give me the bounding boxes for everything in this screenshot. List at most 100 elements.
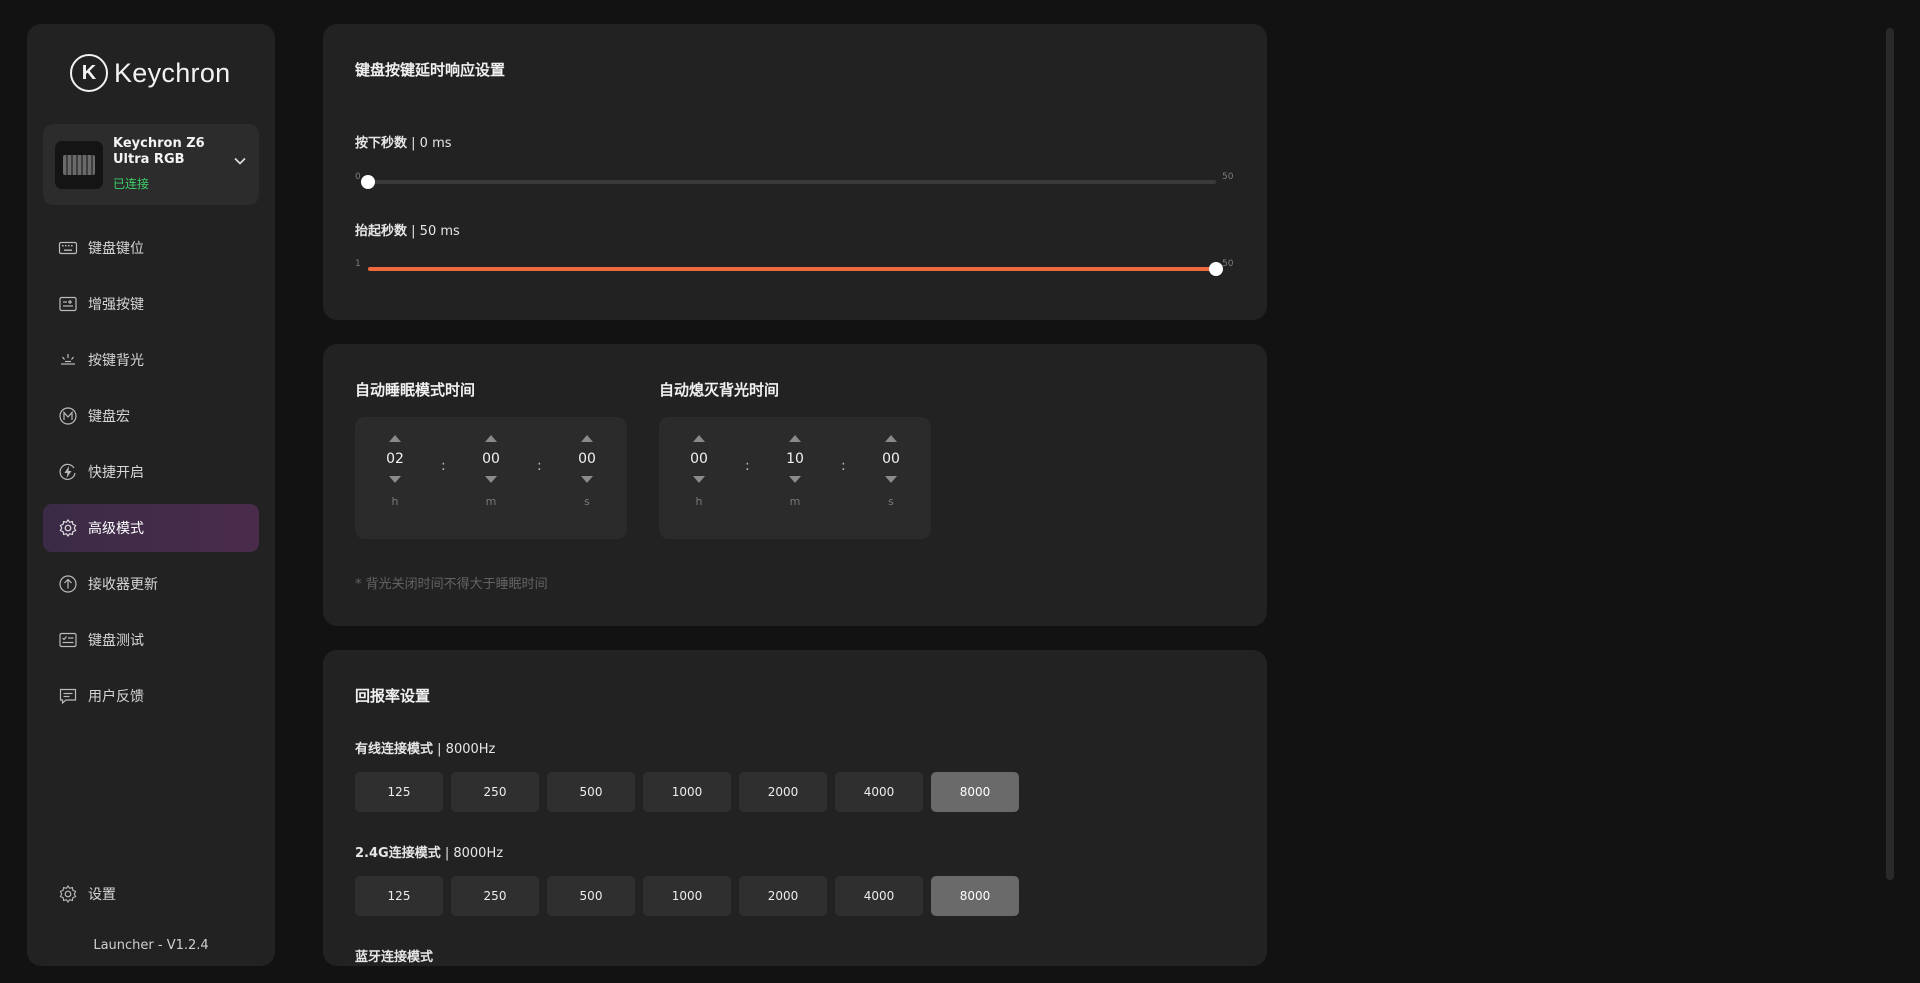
time-separator: : — [537, 458, 542, 474]
wired-rate-option[interactable]: 125 — [355, 772, 443, 812]
wireless-rate-option[interactable]: 1000 — [643, 876, 731, 916]
scrollbar[interactable] — [1886, 28, 1894, 880]
sleep-seconds-value[interactable]: 00 — [567, 451, 607, 467]
wireless-rate-option[interactable]: 8000 — [931, 876, 1019, 916]
sidebar-item-settings[interactable]: 设置 — [58, 884, 116, 904]
press-delay-value: 0 ms — [419, 136, 452, 151]
wired-rate-option[interactable]: 1000 — [643, 772, 731, 812]
wired-rate-option[interactable]: 250 — [451, 772, 539, 812]
debounce-panel: 键盘按键延时响应设置 按下秒数 | 0 ms 0 50 抬起秒数 | 50 ms… — [323, 24, 1267, 320]
increment-arrow-icon[interactable] — [789, 435, 801, 442]
upload-icon — [59, 575, 77, 593]
wireless-rate-options: 125 250 500 1000 2000 4000 8000 — [355, 876, 1019, 916]
minutes-unit: m — [485, 495, 497, 508]
wired-rate-option[interactable]: 2000 — [739, 772, 827, 812]
time-separator: : — [441, 458, 446, 474]
sidebar-item-label: 键盘测试 — [88, 633, 144, 649]
sleep-minutes: 00 m — [471, 435, 511, 508]
app-version: Launcher - V1.2.4 — [93, 938, 209, 953]
backlight-minutes-value[interactable]: 10 — [775, 451, 815, 467]
release-min-tick: 1 — [355, 259, 361, 269]
time-separator: : — [841, 458, 846, 474]
release-slider-thumb[interactable] — [1209, 262, 1223, 276]
backlight-seconds-value[interactable]: 00 — [871, 451, 911, 467]
press-slider-thumb[interactable] — [361, 175, 375, 189]
sleep-timer: 02 h : 00 m : 00 s — [355, 417, 627, 539]
press-delay-label-text: 按下秒数 — [355, 136, 408, 151]
wireless-rate-option[interactable]: 250 — [451, 876, 539, 916]
release-delay-slider[interactable] — [368, 262, 1223, 276]
device-selector[interactable]: Keychron Z6 Ultra RGB 已连接 — [43, 124, 259, 205]
settings-label: 设置 — [88, 887, 116, 903]
backlight-hours-value[interactable]: 00 — [679, 451, 719, 467]
sleep-hours: 02 h — [375, 435, 415, 508]
wireless-rate-option[interactable]: 2000 — [739, 876, 827, 916]
hours-unit: h — [391, 495, 399, 508]
press-min-tick: 0 — [355, 172, 361, 182]
release-delay-label: 抬起秒数 | 50 ms — [355, 224, 460, 239]
debounce-title: 键盘按键延时响应设置 — [355, 61, 506, 79]
release-delay-value: 50 ms — [419, 224, 460, 239]
brand-name: Keychron — [114, 57, 231, 88]
keyboard-device-icon — [55, 141, 103, 189]
backlight-timer: 00 h : 10 m : 00 s — [659, 417, 931, 539]
sidebar-item-label: 高级模式 — [88, 521, 144, 537]
sidebar-item-receiver-update[interactable]: 接收器更新 — [43, 560, 259, 608]
increment-arrow-icon[interactable] — [885, 435, 897, 442]
sleep-panel: 自动睡眠模式时间 自动熄灭背光时间 02 h : 00 m : 00 s 00 — [323, 344, 1267, 626]
increment-arrow-icon[interactable] — [389, 435, 401, 442]
keyboard-icon — [58, 241, 78, 255]
sidebar-nav: 键盘键位 增强按键 按键背光 键盘宏 快捷开启 高级模式 接收器更新 键盘测试 … — [43, 224, 259, 728]
increment-arrow-icon[interactable] — [485, 435, 497, 442]
backlight-timer-title: 自动熄灭背光时间 — [659, 381, 780, 399]
decrement-arrow-icon[interactable] — [485, 476, 497, 483]
decrement-arrow-icon[interactable] — [885, 476, 897, 483]
wireless-rate-option[interactable]: 500 — [547, 876, 635, 916]
press-delay-label: 按下秒数 | 0 ms — [355, 136, 452, 151]
bluetooth-mode-label: 蓝牙连接模式 — [355, 950, 434, 965]
sidebar-item-label: 键盘键位 — [88, 241, 144, 257]
gear-icon — [59, 519, 77, 537]
enhanced-key-icon — [59, 296, 77, 312]
sidebar-item-enhanced-keys[interactable]: 增强按键 — [43, 280, 259, 328]
polling-title: 回报率设置 — [355, 687, 431, 705]
increment-arrow-icon[interactable] — [581, 435, 593, 442]
sleep-timer-title: 自动睡眠模式时间 — [355, 381, 476, 399]
wireless-mode-label-text: 2.4G连接模式 — [355, 846, 441, 861]
sidebar-item-backlight[interactable]: 按键背光 — [43, 336, 259, 384]
press-delay-slider[interactable] — [361, 175, 1216, 189]
sidebar-item-keymap[interactable]: 键盘键位 — [43, 224, 259, 272]
sidebar-item-macro[interactable]: 键盘宏 — [43, 392, 259, 440]
sidebar-item-keyboard-test[interactable]: 键盘测试 — [43, 616, 259, 664]
wireless-mode-value: 8000Hz — [453, 846, 504, 861]
macro-icon — [59, 407, 77, 425]
timer-note: * 背光关闭时间不得大于睡眠时间 — [355, 577, 548, 592]
minutes-unit: m — [789, 495, 801, 508]
wired-rate-option[interactable]: 8000 — [931, 772, 1019, 812]
increment-arrow-icon[interactable] — [693, 435, 705, 442]
seconds-unit: s — [888, 495, 894, 508]
decrement-arrow-icon[interactable] — [389, 476, 401, 483]
sidebar-item-label: 接收器更新 — [88, 577, 158, 593]
chevron-down-icon[interactable] — [233, 154, 247, 168]
keyboard-test-icon — [59, 632, 77, 648]
release-max-tick: 50 — [1222, 259, 1234, 269]
polling-panel: 回报率设置 有线连接模式 | 8000Hz 125 250 500 1000 2… — [323, 650, 1267, 966]
wired-rate-option[interactable]: 500 — [547, 772, 635, 812]
device-status: 已连接 — [113, 177, 150, 191]
sidebar-item-quick-launch[interactable]: 快捷开启 — [43, 448, 259, 496]
decrement-arrow-icon[interactable] — [581, 476, 593, 483]
device-name: Keychron Z6 Ultra RGB — [113, 136, 205, 167]
sidebar-item-feedback[interactable]: 用户反馈 — [43, 672, 259, 720]
wired-rate-option[interactable]: 4000 — [835, 772, 923, 812]
release-slider-fill — [368, 267, 1216, 271]
decrement-arrow-icon[interactable] — [789, 476, 801, 483]
backlight-icon — [61, 354, 75, 365]
sleep-hours-value[interactable]: 02 — [375, 451, 415, 467]
wireless-rate-option[interactable]: 125 — [355, 876, 443, 916]
wireless-rate-option[interactable]: 4000 — [835, 876, 923, 916]
sleep-minutes-value[interactable]: 00 — [471, 451, 511, 467]
sidebar-item-advanced[interactable]: 高级模式 — [43, 504, 259, 552]
decrement-arrow-icon[interactable] — [693, 476, 705, 483]
keychron-logo[interactable]: K Keychron — [70, 54, 230, 92]
